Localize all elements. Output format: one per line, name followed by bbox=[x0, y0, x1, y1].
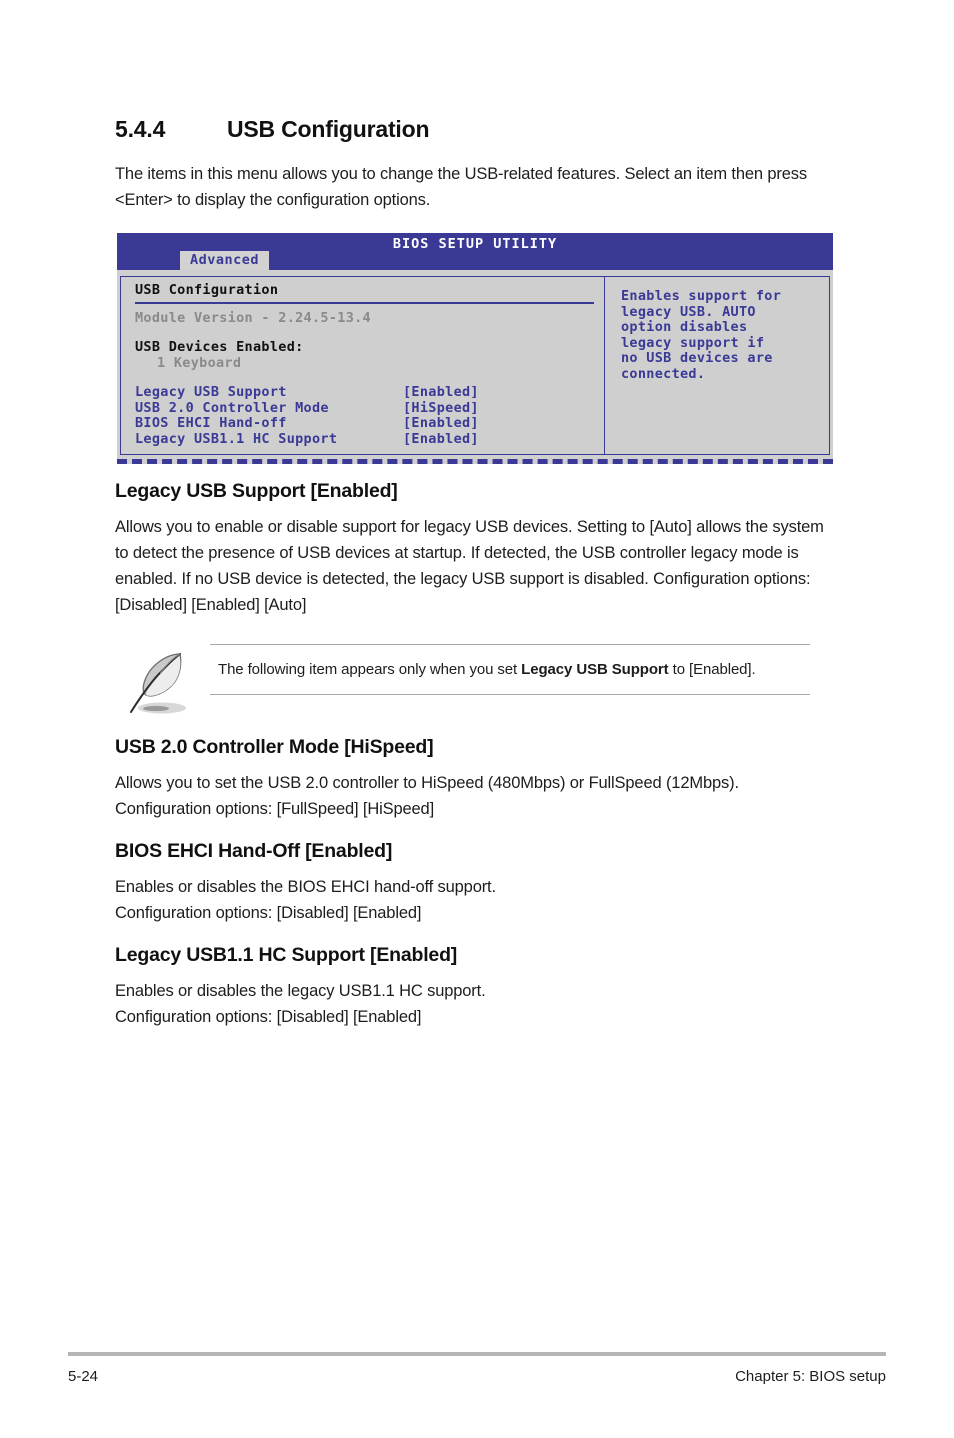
section-number: 5.4.4 bbox=[115, 116, 166, 142]
note-text: The following item appears only when you… bbox=[218, 657, 810, 682]
bios-help-line: Enables support for bbox=[621, 288, 782, 304]
page-title: 5.4.4 USB Configuration bbox=[115, 116, 831, 143]
note-text-bold: Legacy USB Support bbox=[521, 661, 669, 678]
item-body-usb20-controller-mode: Allows you to set the USB 2.0 controller… bbox=[115, 774, 739, 818]
item-body-bios-ehci-line2: Configuration options: [Disabled] [Enabl… bbox=[115, 904, 422, 922]
bios-body: USB Configuration Module Version - 2.24.… bbox=[117, 270, 833, 464]
bios-setting-name: USB 2.0 Controller Mode bbox=[135, 399, 329, 416]
footer-page-number: 5-24 bbox=[68, 1368, 99, 1385]
bios-help-line: legacy USB. AUTO bbox=[621, 303, 756, 320]
bios-help-pane: Enables support for legacy USB. AUTO opt… bbox=[604, 276, 830, 455]
bios-setting-row[interactable]: Legacy USB Support [Enabled] bbox=[135, 384, 594, 401]
page-footer: 5-24 Chapter 5: BIOS setup bbox=[68, 1368, 886, 1385]
footer-divider bbox=[68, 1352, 886, 1356]
bios-help-line: no USB devices are bbox=[621, 350, 773, 366]
bios-help-line: legacy support if bbox=[621, 334, 765, 351]
bios-setting-name: BIOS EHCI Hand-off bbox=[135, 415, 287, 431]
bios-setting-value: [Enabled] bbox=[403, 430, 479, 447]
item-heading-bios-ehci-hand-off: BIOS EHCI Hand-Off [Enabled] bbox=[115, 840, 393, 862]
note-text-before: The following item appears only when you… bbox=[218, 661, 522, 678]
bios-setting-row[interactable]: Legacy USB1.1 HC Support [Enabled] bbox=[135, 430, 594, 448]
section-title: USB Configuration bbox=[227, 116, 430, 142]
page-content: 5.4.4 USB Configuration The items in thi… bbox=[115, 116, 833, 1030]
item-body-bios-ehci-line1: Enables or disables the BIOS EHCI hand-o… bbox=[115, 878, 496, 896]
section-intro: The items in this menu allows you to cha… bbox=[115, 165, 807, 209]
note-text-after: to [Enabled]. bbox=[668, 661, 756, 678]
note-callout: The following item appears only when you… bbox=[115, 644, 831, 718]
note-body: The following item appears only when you… bbox=[210, 644, 810, 695]
bios-screenshot-figure: BIOS SETUP UTILITY Advanced USB Configur… bbox=[115, 233, 833, 464]
bios-settings-list: Legacy USB Support [Enabled] USB 2.0 Con… bbox=[135, 384, 594, 448]
bios-utility-title: BIOS SETUP UTILITY bbox=[392, 236, 558, 252]
item-heading-legacy-usb11-hc-support: Legacy USB1.1 HC Support [Enabled] bbox=[115, 944, 458, 966]
item-body-legacy-usb11-line2: Configuration options: [Disabled] [Enabl… bbox=[115, 1008, 422, 1026]
bios-devices-label: USB Devices Enabled: bbox=[135, 339, 304, 355]
bios-setting-name: Legacy USB1.1 HC Support bbox=[135, 430, 338, 447]
footer-chapter-label: Chapter 5: BIOS setup bbox=[735, 1368, 886, 1385]
manual-page: 5.4.4 USB Configuration The items in thi… bbox=[0, 0, 954, 1438]
item-heading-usb20-controller-mode: USB 2.0 Controller Mode [HiSpeed] bbox=[115, 736, 434, 758]
bios-header-bar: BIOS SETUP UTILITY Advanced bbox=[117, 233, 833, 270]
bios-setting-value: [Enabled] bbox=[403, 384, 479, 400]
bios-setting-value: [HiSpeed] bbox=[403, 399, 479, 416]
bios-main-pane: USB Configuration Module Version - 2.24.… bbox=[120, 276, 604, 455]
item-heading-legacy-usb-support: Legacy USB Support [Enabled] bbox=[115, 480, 398, 502]
quill-pen-icon bbox=[122, 648, 198, 720]
bios-help-line: option disables bbox=[621, 319, 748, 335]
item-body-legacy-usb11-line1: Enables or disables the legacy USB1.1 HC… bbox=[115, 982, 486, 1000]
bios-setting-value: [Enabled] bbox=[403, 415, 479, 431]
item-body-legacy-usb-support: Allows you to enable or disable support … bbox=[115, 518, 824, 614]
bios-panel-heading: USB Configuration bbox=[135, 282, 594, 304]
bios-help-line: connected. bbox=[621, 365, 706, 382]
bios-setting-row[interactable]: USB 2.0 Controller Mode [HiSpeed] bbox=[135, 399, 594, 417]
bios-module-version: Module Version - 2.24.5-13.4 bbox=[135, 309, 371, 326]
bios-setting-row[interactable]: BIOS EHCI Hand-off [Enabled] bbox=[135, 415, 594, 432]
bios-setting-name: Legacy USB Support bbox=[135, 384, 287, 400]
bios-devices-value: 1 Keyboard bbox=[157, 354, 242, 371]
bios-tab-advanced[interactable]: Advanced bbox=[180, 251, 270, 270]
